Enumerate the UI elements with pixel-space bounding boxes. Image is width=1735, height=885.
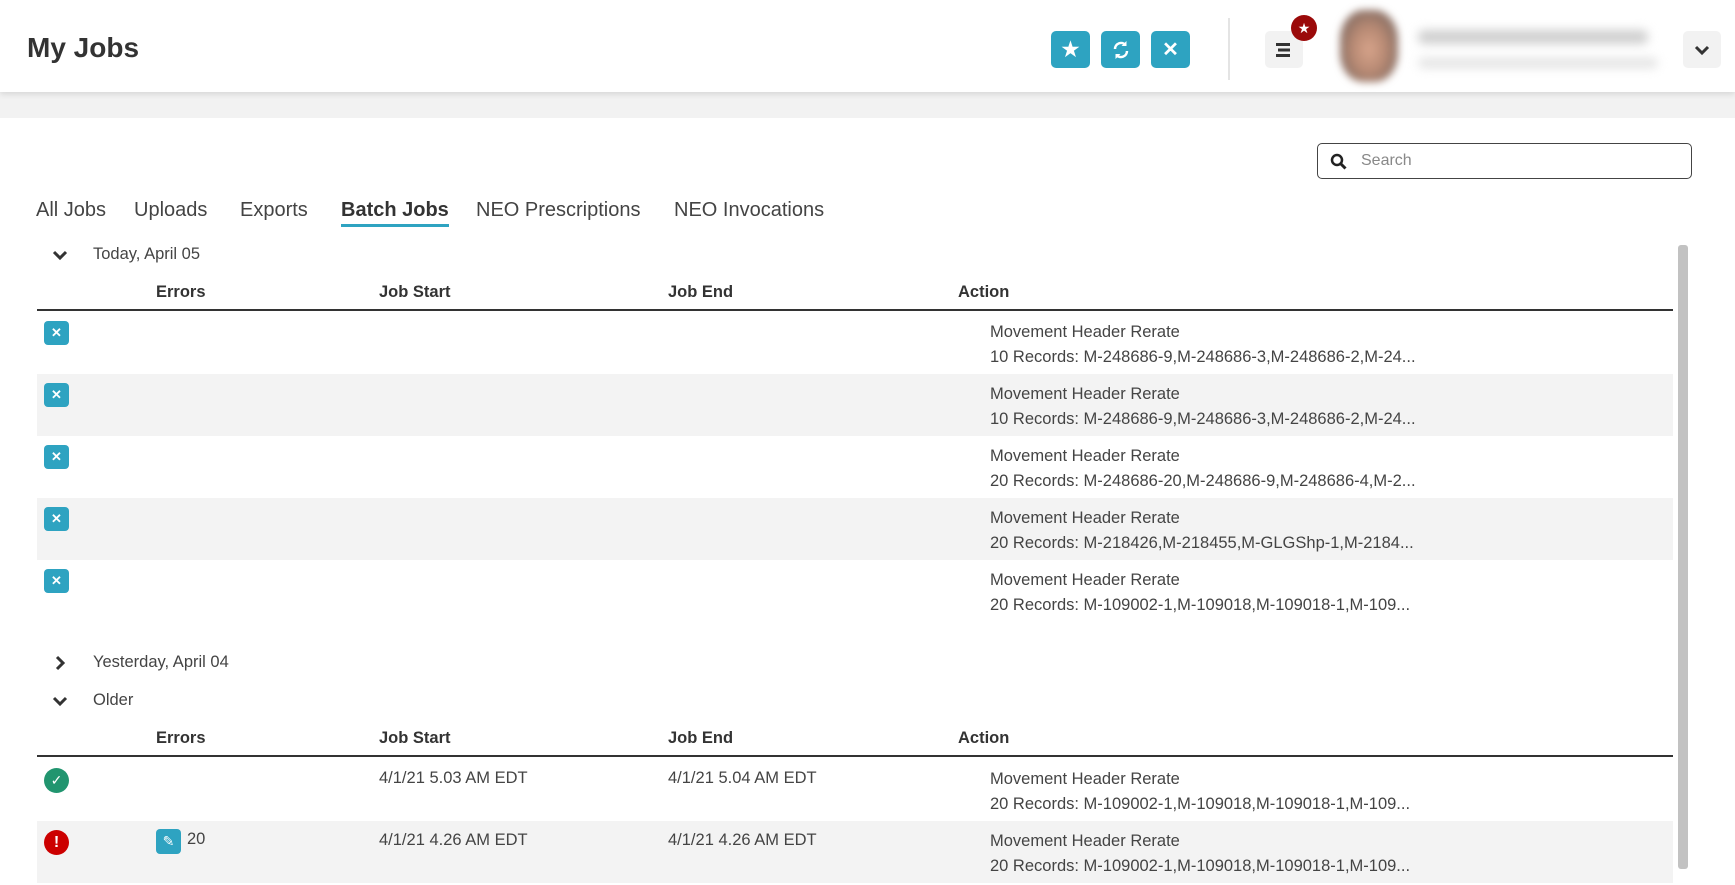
user-role-blurred xyxy=(1418,58,1658,68)
error-icon: ! xyxy=(44,830,69,855)
group-yesterday-toggle[interactable]: Yesterday, April 04 xyxy=(48,653,229,672)
close-icon: ✕ xyxy=(51,449,62,464)
table-header: Errors Job Start Job End Action xyxy=(37,281,1673,311)
action-detail: 10 Records: M-248686-9,M-248686-3,M-2486… xyxy=(990,410,1416,428)
tab-all-jobs[interactable]: All Jobs xyxy=(36,199,106,222)
job-start: 4/1/21 5.03 AM EDT xyxy=(379,769,528,787)
table-row[interactable]: ✕ Movement Header Rerate 10 Records: M-2… xyxy=(37,374,1673,436)
group-label: Today, April 05 xyxy=(93,245,201,263)
column-job-start[interactable]: Job Start xyxy=(379,283,451,302)
table-row[interactable]: ✕ Movement Header Rerate 10 Records: M-2… xyxy=(37,312,1673,374)
close-icon: ✕ xyxy=(51,325,62,340)
column-job-start[interactable]: Job Start xyxy=(379,729,451,748)
cancel-job-button[interactable]: ✕ xyxy=(44,383,69,407)
table-row[interactable]: ✕ Movement Header Rerate 20 Records: M-1… xyxy=(37,560,1673,622)
user-name-blurred xyxy=(1418,30,1648,44)
chevron-down-icon xyxy=(48,249,72,261)
view-errors-button[interactable]: ✎ xyxy=(156,829,181,854)
table-row[interactable]: ! ✎ 20 4/1/21 4.26 AM EDT 4/1/21 4.26 AM… xyxy=(37,821,1673,883)
action-detail: 20 Records: M-109002-1,M-109018,M-109018… xyxy=(990,596,1411,614)
error-count: 20 xyxy=(187,830,206,848)
action-detail: 20 Records: M-109002-1,M-109018,M-109018… xyxy=(990,857,1411,875)
action-title: Movement Header Rerate xyxy=(990,571,1180,589)
column-errors[interactable]: Errors xyxy=(156,729,206,748)
action-title: Movement Header Rerate xyxy=(990,323,1180,341)
table-row[interactable]: ✓ 4/1/21 5.03 AM EDT 4/1/21 5.04 AM EDT … xyxy=(37,759,1673,821)
edit-icon: ✎ xyxy=(162,833,175,849)
group-label: Yesterday, April 04 xyxy=(93,653,229,671)
group-today-toggle[interactable]: Today, April 05 xyxy=(48,245,200,264)
divider xyxy=(1228,18,1230,80)
tab-batch-jobs[interactable]: Batch Jobs xyxy=(341,199,449,227)
search-input[interactable] xyxy=(1361,152,1661,170)
success-icon: ✓ xyxy=(44,768,69,793)
tab-neo-prescriptions[interactable]: NEO Prescriptions xyxy=(476,199,641,222)
user-menu-dropdown[interactable] xyxy=(1683,31,1721,68)
table-row[interactable]: ✕ Movement Header Rerate 20 Records: M-2… xyxy=(37,498,1673,560)
search-icon xyxy=(1330,153,1347,170)
cancel-job-button[interactable]: ✕ xyxy=(44,507,69,531)
column-job-end[interactable]: Job End xyxy=(668,729,733,748)
tab-uploads[interactable]: Uploads xyxy=(134,199,207,222)
action-detail: 20 Records: M-218426,M-218455,M-GLGShp-1… xyxy=(990,534,1414,552)
top-bar: My Jobs ★ ✕ ★ xyxy=(0,0,1735,92)
close-icon: ✕ xyxy=(51,573,62,588)
chevron-right-icon xyxy=(48,655,72,671)
scrollbar[interactable] xyxy=(1678,245,1688,869)
notification-badge[interactable]: ★ xyxy=(1291,15,1317,41)
job-end: 4/1/21 5.04 AM EDT xyxy=(668,769,817,787)
close-icon: ✕ xyxy=(51,511,62,526)
action-title: Movement Header Rerate xyxy=(990,509,1180,527)
chevron-down-icon xyxy=(1694,45,1710,55)
job-end: 4/1/21 4.26 AM EDT xyxy=(668,831,817,849)
chevron-down-icon xyxy=(48,695,72,707)
column-action[interactable]: Action xyxy=(958,283,1009,302)
column-job-end[interactable]: Job End xyxy=(668,283,733,302)
search-box[interactable] xyxy=(1317,143,1692,179)
close-icon: ✕ xyxy=(1162,39,1179,61)
column-errors[interactable]: Errors xyxy=(156,283,206,302)
menu-icon xyxy=(1276,42,1290,57)
refresh-button[interactable] xyxy=(1101,31,1140,68)
job-start: 4/1/21 4.26 AM EDT xyxy=(379,831,528,849)
close-icon: ✕ xyxy=(51,387,62,402)
close-button[interactable]: ✕ xyxy=(1151,31,1190,68)
group-older-toggle[interactable]: Older xyxy=(48,691,133,710)
column-action[interactable]: Action xyxy=(958,729,1009,748)
page-title: My Jobs xyxy=(27,32,140,63)
action-detail: 20 Records: M-109002-1,M-109018,M-109018… xyxy=(990,795,1411,813)
cancel-job-button[interactable]: ✕ xyxy=(44,445,69,469)
tab-exports[interactable]: Exports xyxy=(240,199,308,222)
star-icon: ★ xyxy=(1297,19,1311,36)
action-detail: 20 Records: M-248686-20,M-248686-9,M-248… xyxy=(990,472,1416,490)
action-title: Movement Header Rerate xyxy=(990,770,1180,788)
tab-neo-invocations[interactable]: NEO Invocations xyxy=(674,199,824,222)
action-detail: 10 Records: M-248686-9,M-248686-3,M-2486… xyxy=(990,348,1416,366)
favorite-button[interactable]: ★ xyxy=(1051,31,1090,68)
action-title: Movement Header Rerate xyxy=(990,385,1180,403)
action-title: Movement Header Rerate xyxy=(990,832,1180,850)
action-title: Movement Header Rerate xyxy=(990,447,1180,465)
cancel-job-button[interactable]: ✕ xyxy=(44,569,69,593)
refresh-icon xyxy=(1113,40,1128,59)
avatar[interactable] xyxy=(1340,10,1398,82)
star-icon: ★ xyxy=(1061,39,1080,61)
group-label: Older xyxy=(93,691,134,709)
cancel-job-button[interactable]: ✕ xyxy=(44,321,69,345)
table-row[interactable]: ✕ Movement Header Rerate 20 Records: M-2… xyxy=(37,436,1673,498)
table-header: Errors Job Start Job End Action xyxy=(37,727,1673,757)
